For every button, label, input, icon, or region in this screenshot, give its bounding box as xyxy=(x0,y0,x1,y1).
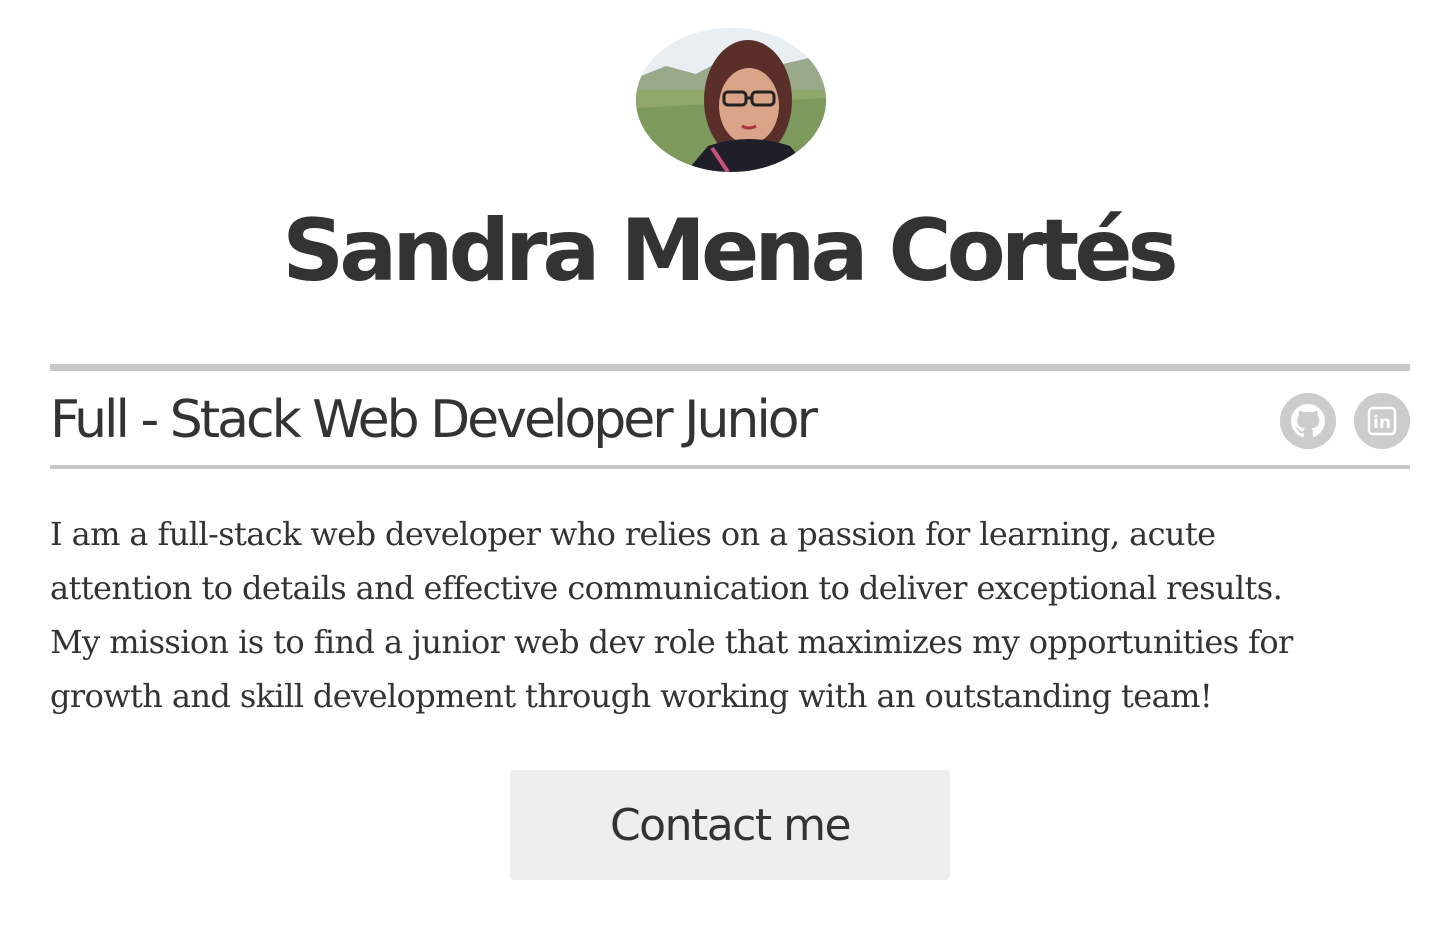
linkedin-icon-text: in xyxy=(1373,413,1391,433)
bio-line: growth and skill development through wor… xyxy=(50,677,1213,715)
divider-bottom xyxy=(50,465,1410,469)
bio-paragraph: I am a full-stack web developer who reli… xyxy=(50,507,1410,723)
github-link[interactable] xyxy=(1280,393,1336,449)
divider-top xyxy=(50,364,1410,371)
github-icon xyxy=(1280,393,1336,449)
avatar xyxy=(636,28,826,172)
profile-photo xyxy=(636,28,826,172)
job-title: Full - Stack Web Developer Junior xyxy=(50,390,818,450)
profile-name: Sandra Mena Cortés xyxy=(282,201,1178,301)
bio-line: attention to details and effective commu… xyxy=(50,569,1283,607)
bio-line: I am a full-stack web developer who reli… xyxy=(50,515,1216,553)
linkedin-link[interactable]: in xyxy=(1354,393,1410,449)
bio-line: My mission is to find a junior web dev r… xyxy=(50,623,1293,661)
linkedin-icon: in xyxy=(1354,393,1410,449)
contact-button[interactable]: Contact me xyxy=(510,770,950,880)
